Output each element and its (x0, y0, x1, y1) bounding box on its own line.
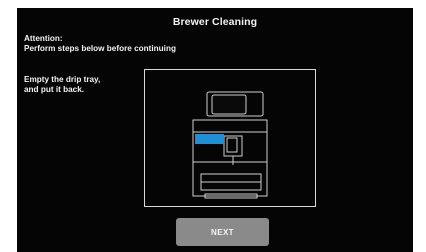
next-button[interactable]: NEXT (176, 218, 269, 246)
attention-heading: Attention: (24, 34, 63, 43)
instruction-line-1: Empty the drip tray, (24, 75, 101, 84)
attention-message: Perform steps below before continuing (24, 44, 176, 53)
brewer-cleaning-screen: Brewer Cleaning Attention: Perform steps… (17, 8, 413, 252)
machine-illustration-frame (144, 69, 316, 207)
coffee-machine-drip-tray-icon (192, 91, 268, 199)
page-title: Brewer Cleaning (172, 16, 258, 28)
attention-notice: Attention: Perform steps below before co… (24, 34, 176, 54)
drip-tray-highlight (195, 134, 222, 144)
instruction-line-2: and put it back. (24, 85, 85, 94)
step-instruction: Empty the drip tray, and put it back. (24, 75, 100, 95)
